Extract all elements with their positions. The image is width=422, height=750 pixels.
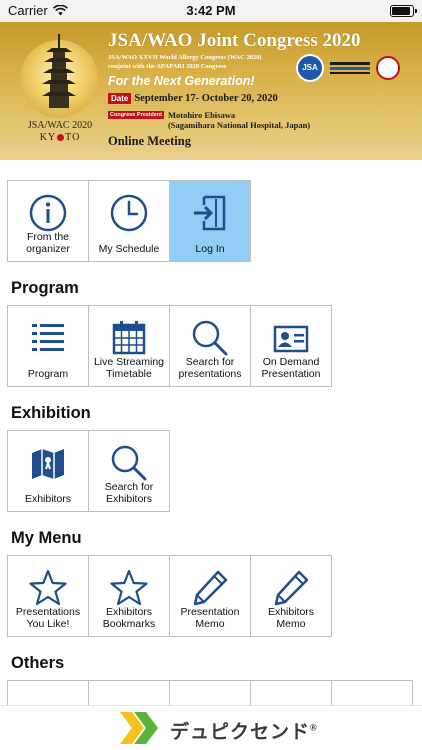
president-row: Congress President Motohiro Ebisawa (Sag… (108, 110, 310, 130)
emblem-city-b: TO (65, 132, 81, 143)
others-tile-1[interactable] (7, 680, 89, 705)
ad-brand-name: デュピクセンド (170, 722, 311, 743)
pencil-icon (274, 570, 309, 606)
jsa-logo: JSA (296, 54, 324, 82)
battery-icon (390, 5, 417, 17)
program-heading: Program (11, 279, 79, 297)
presentation-memo-label: Presentation Memo (180, 606, 240, 630)
others-tile-3[interactable] (169, 680, 251, 705)
pencil-icon (193, 570, 228, 606)
exhibitors-label: Exhibitors (24, 493, 72, 505)
others-heading: Others (11, 654, 65, 672)
presentations-you-like-label: Presentations You Like! (15, 606, 81, 630)
date-text: September 17- October 20, 2020 (134, 93, 278, 104)
presentations-you-like-tile[interactable]: Presentations You Like! (7, 555, 89, 637)
exhibitors-memo-tile[interactable]: Exhibitors Memo (250, 555, 332, 637)
search-presentations-label: Search for presentations (178, 356, 242, 380)
presentation-memo-tile[interactable]: Presentation Memo (169, 555, 251, 637)
president-name: Motohiro Ebisawa (167, 110, 236, 120)
on-demand-tile[interactable]: On Demand Presentation (250, 305, 332, 387)
others-tile-4[interactable] (250, 680, 332, 705)
date-row: Date September 17- October 20, 2020 (108, 93, 278, 104)
exhibitors-memo-label: Exhibitors Memo (267, 606, 315, 630)
my-menu-heading: My Menu (11, 529, 82, 547)
red-dot-icon (57, 134, 65, 142)
login-icon (194, 195, 226, 231)
apapari-logo (376, 56, 400, 80)
status-bar: Carrier 3:42 PM (0, 0, 422, 22)
exhibitors-bookmarks-tile[interactable]: Exhibitors Bookmarks (88, 555, 170, 637)
meeting-format: Online Meeting (108, 134, 191, 148)
clock-icon (110, 194, 148, 232)
others-tile-5[interactable] (331, 680, 413, 705)
top-tiles-row: From the organizer My Schedule Log In (7, 180, 251, 262)
search-exhibitors-label: Search for Exhibitors (104, 481, 154, 505)
search-icon (111, 445, 147, 481)
info-icon (29, 194, 67, 232)
search-icon (192, 320, 228, 356)
id-card-icon (273, 325, 309, 353)
on-demand-label: On Demand Presentation (261, 356, 321, 380)
program-tile[interactable]: Program (7, 305, 89, 387)
list-icon (32, 324, 64, 351)
exhibitors-tile[interactable]: Exhibitors (7, 430, 89, 512)
calendar-icon (112, 321, 146, 355)
congress-title: JSA/WAO Joint Congress 2020 (108, 30, 361, 51)
ad-trademark: ® (310, 722, 318, 733)
jsa-logo-text: JSA (302, 63, 318, 72)
from-organizer-tile[interactable]: From the organizer (7, 180, 89, 262)
search-presentations-tile[interactable]: Search for presentations (169, 305, 251, 387)
map-icon (32, 449, 64, 479)
exhibitors-bookmarks-label: Exhibitors Bookmarks (102, 606, 156, 630)
ad-brand-text: デュピクセンド® (170, 717, 318, 744)
program-label: Program (27, 368, 69, 380)
my-menu-tiles-row: Presentations You Like! Exhibitors Bookm… (7, 555, 332, 637)
president-tag: Congress President (108, 111, 164, 119)
my-schedule-tile[interactable]: My Schedule (88, 180, 170, 262)
pagoda-icon (42, 34, 76, 108)
log-in-tile[interactable]: Log In (169, 180, 251, 262)
exhibition-tiles-row: Exhibitors Search for Exhibitors (7, 430, 170, 512)
congress-slogan: For the Next Generation! (108, 74, 255, 88)
emblem-city-a: KY (39, 132, 57, 143)
exhibition-heading: Exhibition (11, 404, 91, 422)
ad-banner[interactable]: デュピクセンド® (0, 705, 422, 750)
star-icon (29, 569, 67, 606)
others-tiles-row (7, 680, 413, 705)
others-tile-2[interactable] (88, 680, 170, 705)
status-time: 3:42 PM (186, 3, 236, 18)
dupixent-logo-icon (120, 712, 158, 744)
live-streaming-label: Live Streaming Timetable (93, 356, 165, 380)
congress-subtitle-1: JSA/WAO XXVII World Allergy Congress (WA… (108, 54, 262, 61)
search-exhibitors-tile[interactable]: Search for Exhibitors (88, 430, 170, 512)
emblem-city: KY TO (10, 132, 110, 143)
emblem-year: JSA/WAC 2020 (27, 120, 93, 131)
my-schedule-label: My Schedule (98, 243, 160, 255)
wao-logo (330, 62, 370, 74)
log-in-label: Log In (195, 243, 225, 255)
congress-subtitle-2: conjoint with the APAPARI 2020 Congress (108, 63, 227, 70)
program-tiles-row: Program Live Streaming Timetable Search … (7, 305, 332, 387)
star-icon (110, 569, 148, 606)
president-text: Motohiro Ebisawa (Sagamihara National Ho… (168, 110, 310, 130)
from-organizer-label: From the organizer (26, 231, 70, 255)
congress-banner: JSA/WAC 2020 KY TO JSA/WAO Joint Congress… (0, 22, 422, 160)
president-affiliation: (Sagamihara National Hospital, Japan) (167, 120, 311, 130)
date-tag: Date (108, 93, 132, 104)
menu-content[interactable]: From the organizer My Schedule Log In Pr… (0, 160, 422, 705)
live-streaming-tile[interactable]: Live Streaming Timetable (88, 305, 170, 387)
